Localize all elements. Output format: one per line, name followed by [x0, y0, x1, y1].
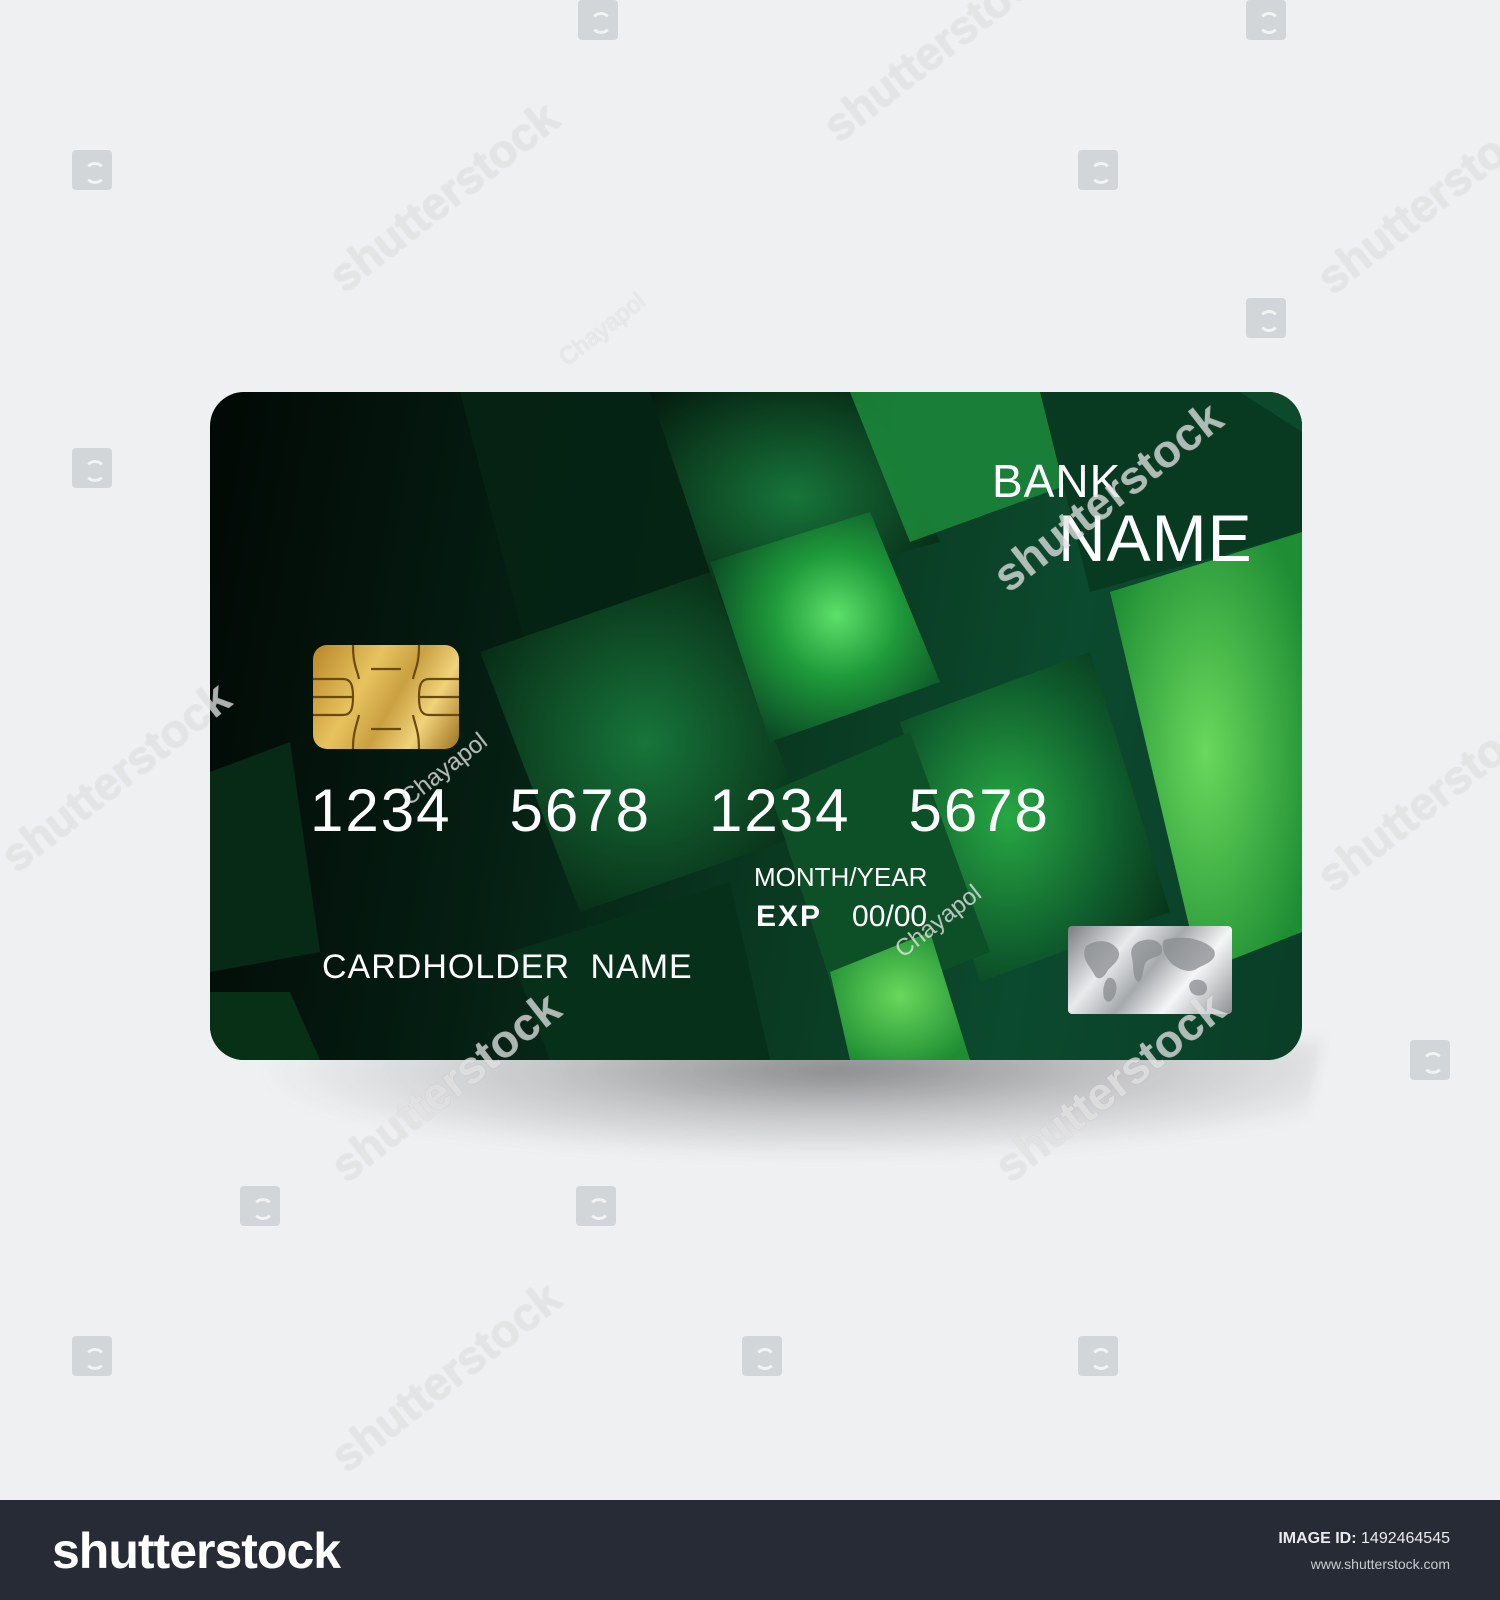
watermark-logo-icon	[742, 1336, 782, 1376]
watermark-logo-icon	[72, 1336, 112, 1376]
footer-site-url: www.shutterstock.com	[1310, 1556, 1450, 1572]
watermark-logo-icon	[1410, 1040, 1450, 1080]
image-id: IMAGE ID: 1492464545	[1278, 1530, 1450, 1548]
watermark-brand: shutterstock	[320, 1270, 571, 1482]
watermark-brand: shutterstock	[0, 670, 241, 882]
image-id-label: IMAGE ID:	[1278, 1530, 1357, 1547]
watermark-logo-icon	[240, 1186, 280, 1226]
watermark-logo-icon	[72, 448, 112, 488]
card-number-group-1: 1234	[310, 777, 452, 844]
chip-contacts	[313, 645, 459, 749]
card-number: 1234 5678 1234 5678	[310, 776, 1050, 845]
credit-card: BANK NAME 1234 5678 1234 5678 MONTH/YEAR…	[210, 392, 1302, 1060]
footer-bar: shutterstock IMAGE ID: 1492464545 www.sh…	[0, 1500, 1500, 1600]
watermark-logo-icon	[1078, 150, 1118, 190]
expiry-row: EXP 00/00	[756, 900, 927, 934]
watermark-logo-icon	[72, 150, 112, 190]
watermark-logo-icon	[1078, 1336, 1118, 1376]
watermark-brand: shutterstock	[1306, 92, 1500, 304]
watermark-author: Chayapol	[554, 287, 651, 372]
stage: BANK NAME 1234 5678 1234 5678 MONTH/YEAR…	[0, 0, 1500, 1500]
card-number-group-3: 1234	[708, 777, 851, 844]
world-map-hologram-icon	[1068, 926, 1232, 1014]
image-id-value: 1492464545	[1361, 1530, 1450, 1547]
watermark-brand: shutterstock	[1306, 690, 1500, 902]
card-number-group-2: 5678	[509, 777, 651, 844]
watermark-logo-icon	[578, 0, 618, 40]
watermark-brand: shutterstock	[318, 90, 569, 302]
emv-chip-icon	[313, 645, 459, 749]
watermark-logo-icon	[576, 1186, 616, 1226]
watermark-logo-icon	[1246, 0, 1286, 40]
card-number-group-4: 5678	[908, 777, 1050, 844]
watermark-brand: shutterstock	[812, 0, 1063, 152]
footer-brand-logo: shutterstock	[52, 1523, 341, 1579]
expiry-label: EXP	[756, 900, 823, 933]
expiry-value: 00/00	[852, 900, 928, 933]
bank-name-line2: NAME	[1058, 501, 1253, 575]
hologram-map	[1084, 937, 1215, 1002]
watermark-logo-icon	[1246, 298, 1286, 338]
expiry-caption: MONTH/YEAR	[754, 862, 928, 892]
cardholder-name: CARDHOLDER NAME	[322, 948, 693, 986]
